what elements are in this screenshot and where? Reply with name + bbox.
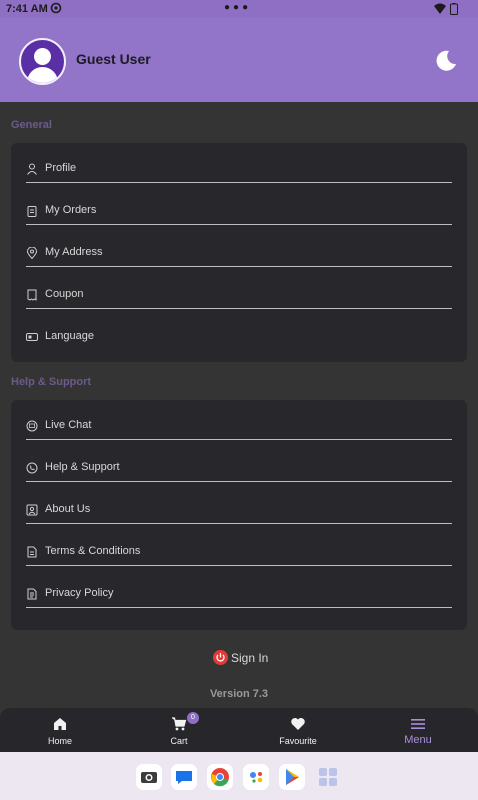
home-icon xyxy=(54,718,66,730)
play-store-icon[interactable] xyxy=(279,764,305,790)
help-card: Live Chat Help & Support About Us Terms … xyxy=(11,400,467,630)
camera-icon[interactable] xyxy=(136,764,162,790)
menu-icon xyxy=(411,719,425,729)
wifi-icon xyxy=(434,3,446,14)
language-icon xyxy=(26,333,38,341)
section-title-general: General xyxy=(11,119,52,131)
nav-label: Menu xyxy=(404,734,432,746)
person-icon xyxy=(27,163,37,175)
menu-item-my-orders[interactable]: My Orders xyxy=(26,185,452,227)
cart-badge: 0 xyxy=(187,712,199,724)
user-name: Guest User xyxy=(76,51,151,67)
menu-label: Profile xyxy=(45,162,77,174)
policy-icon xyxy=(27,588,37,600)
system-dock xyxy=(0,752,478,800)
menu-label: Live Chat xyxy=(45,419,92,431)
menu-item-live-chat[interactable]: Live Chat xyxy=(26,400,452,442)
nav-label: Cart xyxy=(170,736,188,746)
cart-icon xyxy=(172,717,187,731)
menu-label: Terms & Conditions xyxy=(45,545,141,557)
nav-menu[interactable]: Menu xyxy=(368,708,468,752)
menu-item-about-us[interactable]: About Us xyxy=(26,484,452,526)
menu-label: Coupon xyxy=(45,288,84,300)
about-icon xyxy=(26,504,38,516)
power-icon xyxy=(213,650,228,665)
menu-item-language[interactable]: Language xyxy=(26,311,452,353)
document-icon xyxy=(27,546,37,558)
menu-label: Privacy Policy xyxy=(45,587,114,599)
divider xyxy=(26,481,452,482)
divider xyxy=(26,523,452,524)
divider xyxy=(26,308,452,309)
menu-item-terms[interactable]: Terms & Conditions xyxy=(26,526,452,568)
menu-label: Help & Support xyxy=(45,461,120,473)
chat-icon xyxy=(26,420,38,432)
nav-favourite[interactable]: Favourite xyxy=(248,708,348,752)
menu-item-coupon[interactable]: Coupon xyxy=(26,269,452,311)
menu-label: My Address xyxy=(45,246,103,258)
status-bar: 7:41 AM ●●● xyxy=(0,0,478,18)
phone-icon xyxy=(26,462,38,474)
nav-label: Home xyxy=(47,736,72,746)
avatar-body xyxy=(27,67,58,83)
menu-item-my-address[interactable]: My Address xyxy=(26,227,452,269)
apps-grid-icon[interactable] xyxy=(315,764,341,790)
sign-in-label: Sign In xyxy=(231,651,269,665)
heart-icon xyxy=(291,718,305,730)
clipboard-icon xyxy=(27,206,37,217)
menu-item-help-support[interactable]: Help & Support xyxy=(26,442,452,484)
divider xyxy=(26,182,452,183)
nav-label: Favourite xyxy=(279,736,317,746)
coupon-icon xyxy=(27,289,37,301)
nav-cart[interactable]: 0 Cart xyxy=(129,708,229,752)
menu-label: My Orders xyxy=(45,204,97,216)
assistant-icon[interactable] xyxy=(243,764,269,790)
moon-icon[interactable] xyxy=(434,49,458,73)
messages-icon[interactable] xyxy=(171,764,197,790)
location-pin-icon xyxy=(26,247,38,259)
avatar[interactable] xyxy=(19,38,66,85)
version-text: Version 7.3 xyxy=(209,688,269,700)
divider xyxy=(26,266,452,267)
menu-item-privacy-policy[interactable]: Privacy Policy xyxy=(26,568,452,610)
profile-header: Guest User xyxy=(0,18,478,102)
menu-item-profile[interactable]: Profile xyxy=(26,143,452,185)
battery-icon xyxy=(450,3,458,15)
chrome-icon[interactable] xyxy=(207,764,233,790)
settings-status-icon xyxy=(50,2,62,14)
status-dots-icon: ●●● xyxy=(224,2,252,13)
bottom-nav: Home 0 Cart Favourite Menu xyxy=(0,708,478,752)
divider xyxy=(26,565,452,566)
menu-label: About Us xyxy=(45,503,91,515)
divider xyxy=(26,224,452,225)
nav-home[interactable]: Home xyxy=(10,708,110,752)
divider xyxy=(26,439,452,440)
avatar-head xyxy=(34,48,51,65)
general-card: Profile My Orders My Address Coupon Lang… xyxy=(11,143,467,362)
menu-label: Language xyxy=(45,330,94,342)
status-time: 7:41 AM xyxy=(6,3,48,15)
section-title-help: Help & Support xyxy=(11,376,92,388)
divider xyxy=(26,607,452,608)
